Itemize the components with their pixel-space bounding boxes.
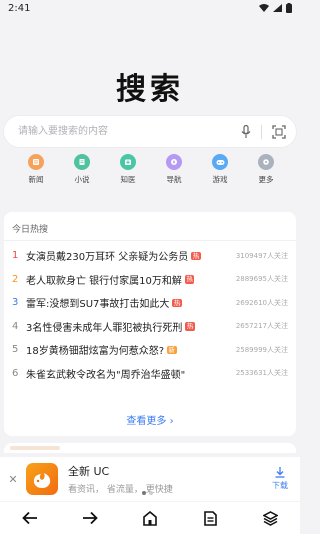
hot-count: 2692610人关注: [235, 298, 288, 307]
news-icon: [28, 154, 44, 170]
game-icon: [212, 154, 228, 170]
hot-search-list: 1 女演员戴230万耳环 父亲疑为公务员 热 3109497人关注 2 老人取款…: [4, 244, 296, 385]
pager-dot: [149, 491, 153, 495]
shortcut-label: 新闻: [28, 175, 44, 184]
hot-title: 18岁黄杨钿甜炫富为何惹众怒?: [26, 346, 165, 358]
next-card-partial: [4, 443, 296, 453]
hot-title: 女演员戴230万耳环 父亲疑为公务员: [26, 252, 189, 264]
layers-button[interactable]: [255, 503, 285, 533]
view-more-label: 查看更多: [126, 416, 167, 427]
shortcut-news[interactable]: 新闻: [16, 154, 56, 185]
hot-count: 2889695人关注: [235, 275, 288, 284]
download-icon: [275, 467, 285, 478]
view-more-link[interactable]: 查看更多 ›: [4, 412, 296, 427]
hot-search-item[interactable]: 4 3名性侵害未成年人罪犯被执行死刑 热 2657217人关注: [4, 315, 296, 339]
wifi-icon: [259, 4, 269, 12]
hot-rank: 6: [12, 367, 19, 379]
medical-icon: [120, 154, 136, 170]
back-button[interactable]: [15, 503, 45, 533]
banner-subtitle: 看资讯， 省流量， 更快捷: [68, 485, 173, 495]
hot-divider: [4, 240, 296, 241]
hot-rank: 5: [12, 344, 19, 356]
hot-count: 2533631人关注: [235, 369, 288, 378]
battery-icon: [286, 3, 292, 13]
page-button[interactable]: [195, 503, 225, 533]
shortcut-label: 导航: [166, 175, 182, 184]
page-icon: [203, 510, 217, 526]
microphone-icon[interactable]: [241, 124, 251, 139]
chevron-right-icon: ›: [169, 416, 174, 427]
hot-title: 朱雀玄武敕令改名为"周乔治华盛顿": [26, 369, 186, 381]
shortcut-label: 游戏: [212, 175, 228, 184]
shortcut-novel[interactable]: 小说: [62, 154, 102, 185]
search-bar[interactable]: [4, 116, 296, 147]
hot-search-item[interactable]: 3 雷军:没想到SU7事故打击如此大 热 2692610人关注: [4, 291, 296, 315]
download-button[interactable]: 下载: [272, 467, 288, 491]
scan-icon[interactable]: [272, 124, 286, 139]
hot-search-item[interactable]: 2 老人取款身亡 银行付家属10万和解 热 2889695人关注: [4, 268, 296, 292]
shortcut-grid: 新闻 小说 知医 导航 游戏 更多: [16, 154, 286, 185]
hot-title: 3名性侵害未成年人罪犯被执行死刑: [26, 322, 183, 334]
pager-dot: [142, 491, 146, 495]
hot-search-item[interactable]: 1 女演员戴230万耳环 父亲疑为公务员 热 3109497人关注: [4, 244, 296, 268]
forward-icon: [83, 511, 98, 525]
hot-tag: 热: [172, 298, 182, 307]
shortcut-medical[interactable]: 知医: [108, 154, 148, 185]
shortcut-game[interactable]: 游戏: [200, 154, 240, 185]
hot-count: 2657217人关注: [235, 322, 288, 331]
hot-search-item[interactable]: 5 18岁黄杨钿甜炫富为何惹众怒? 新 2589999人关注: [4, 338, 296, 362]
hot-rank: 3: [12, 297, 19, 309]
hot-search-card: 今日热搜 1 女演员戴230万耳环 父亲疑为公务员 热 3109497人关注 2…: [4, 212, 296, 436]
hot-tag: 新: [167, 345, 177, 354]
search-divider: [261, 124, 262, 139]
hot-rank: 1: [12, 250, 19, 262]
forward-button[interactable]: [75, 503, 105, 533]
layers-icon: [262, 510, 278, 526]
search-input[interactable]: [16, 125, 241, 138]
hot-tag: 热: [184, 275, 195, 284]
status-icons: [259, 3, 292, 13]
shortcut-label: 小说: [74, 175, 90, 184]
hot-search-item[interactable]: 6 朱雀玄武敕令改名为"周乔治华盛顿" 2533631人关注: [4, 362, 296, 386]
hot-count: 3109497人关注: [235, 251, 288, 260]
status-time: 2:41: [8, 2, 31, 14]
navigation-icon: [166, 154, 182, 170]
hot-rank: 2: [12, 273, 19, 285]
hot-rank: 4: [12, 320, 19, 332]
home-button[interactable]: [135, 503, 165, 533]
hot-tag: 热: [191, 251, 201, 260]
download-label: 下载: [272, 481, 288, 490]
uc-logo-icon: [26, 463, 58, 495]
more-icon: [258, 154, 274, 170]
banner-title: 全新 UC: [68, 465, 110, 478]
bottom-nav-bar: [0, 502, 300, 534]
search-logo: 搜索: [116, 72, 184, 107]
hot-search-title: 今日热搜: [12, 225, 49, 235]
hot-title: 老人取款身亡 银行付家属10万和解: [26, 275, 182, 287]
back-icon: [22, 511, 37, 525]
hot-title: 雷军:没想到SU7事故打击如此大: [26, 299, 170, 311]
banner-pager-dots: [142, 491, 153, 495]
hot-count: 2589999人关注: [235, 345, 288, 354]
close-icon[interactable]: ✕: [8, 473, 18, 486]
banner-text: 全新 UC 看资讯， 省流量， 更快捷: [68, 463, 173, 495]
next-card-placeholder: [10, 446, 60, 450]
shortcut-more[interactable]: 更多: [246, 154, 286, 185]
hot-tag: 热: [185, 322, 195, 331]
home-icon: [143, 510, 157, 526]
shortcut-label: 更多: [258, 175, 274, 184]
shortcut-label: 知医: [120, 175, 136, 184]
status-bar: 2:41: [0, 0, 300, 16]
novel-icon: [74, 154, 90, 170]
shortcut-navigation[interactable]: 导航: [154, 154, 194, 185]
signal-icon: [273, 4, 282, 12]
